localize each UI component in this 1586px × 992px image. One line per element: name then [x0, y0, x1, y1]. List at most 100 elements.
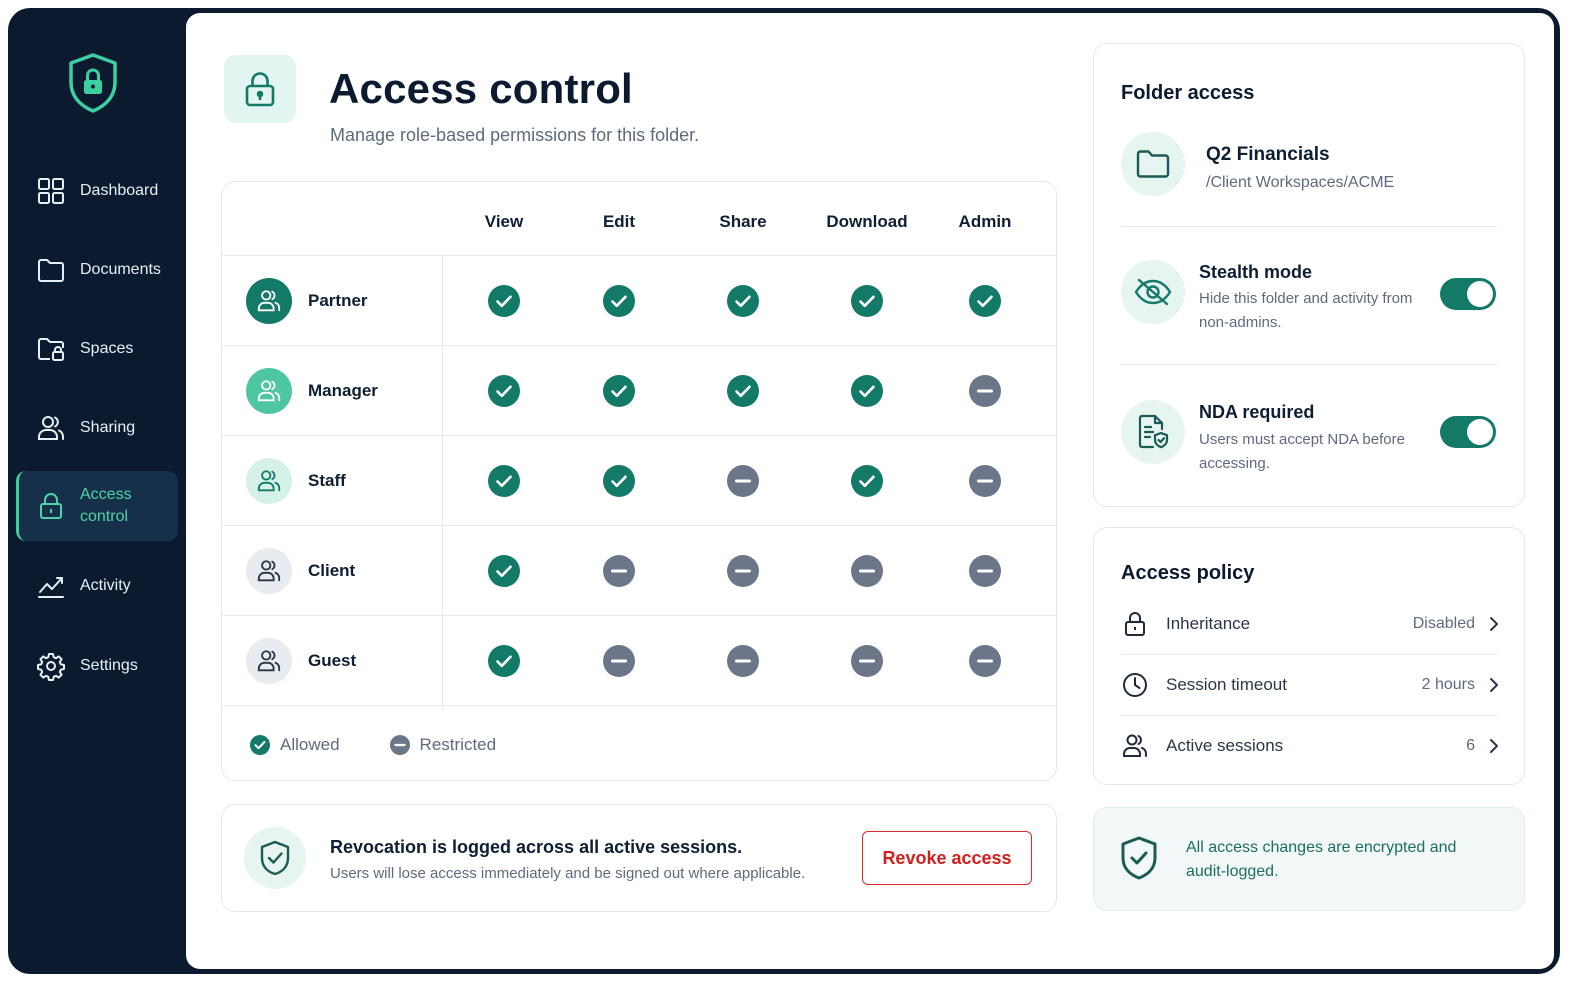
- chart-line-icon: [38, 577, 64, 598]
- shield-check-icon: [260, 840, 290, 876]
- grid-icon: [38, 178, 64, 204]
- users-icon: [257, 650, 281, 672]
- users-icon: [1123, 734, 1147, 757]
- table-row: Staff: [222, 436, 1056, 526]
- avatar: [246, 638, 292, 684]
- check-circle-icon[interactable]: [727, 375, 759, 407]
- avatar: [246, 548, 292, 594]
- document-shield-icon: [1138, 414, 1169, 449]
- sidebar-item-label: Activity: [80, 577, 131, 594]
- users-icon: [38, 416, 64, 440]
- nda-required-description: Users must accept NDA before accessing.: [1199, 431, 1405, 472]
- column-header-share: Share: [719, 212, 767, 231]
- folder-access-card: Folder access Q2 Financials /Client Work…: [1093, 43, 1525, 507]
- check-circle-icon[interactable]: [969, 285, 1001, 317]
- chevron-right-icon: [1490, 617, 1498, 631]
- sidebar-item-label: Settings: [80, 657, 138, 674]
- clock-icon: [1123, 673, 1147, 697]
- sidebar-item-settings[interactable]: Settings: [16, 631, 178, 701]
- check-circle-icon[interactable]: [488, 375, 520, 407]
- legend-allowed-label: Allowed: [280, 735, 340, 754]
- sidebar: Dashboard Documents Spaces Sharing Acces…: [8, 8, 186, 974]
- check-circle-icon[interactable]: [603, 465, 635, 497]
- minus-circle-icon: [389, 735, 410, 755]
- policy-label: Inheritance: [1166, 614, 1251, 633]
- revocation-banner: Revocation is logged across all active s…: [221, 804, 1057, 912]
- role-name: Guest: [308, 651, 357, 670]
- minus-circle-icon[interactable]: [969, 645, 1001, 677]
- minus-circle-icon[interactable]: [603, 645, 635, 677]
- sidebar-item-label: Sharing: [80, 419, 136, 436]
- minus-circle-icon[interactable]: [969, 375, 1001, 407]
- sidebar-item-access-control[interactable]: Access control: [16, 471, 178, 541]
- check-circle-icon[interactable]: [851, 285, 883, 317]
- check-circle-icon[interactable]: [488, 285, 520, 317]
- column-header-admin: Admin: [958, 212, 1012, 231]
- sidebar-item-sharing[interactable]: Sharing: [16, 393, 178, 463]
- stealth-mode-title: Stealth mode: [1199, 262, 1313, 282]
- revocation-subtitle: Users will lose access immediately and b…: [330, 865, 806, 882]
- shield-check-icon: [1121, 836, 1157, 880]
- nda-required-title: NDA required: [1199, 402, 1315, 422]
- minus-circle-icon[interactable]: [603, 555, 635, 587]
- stealth-mode-toggle[interactable]: [1440, 278, 1496, 310]
- minus-circle-icon[interactable]: [969, 555, 1001, 587]
- shield-check-badge: [244, 827, 306, 889]
- sidebar-item-activity[interactable]: Activity: [16, 551, 178, 621]
- folder-path: /Client Workspaces/ACME: [1206, 174, 1395, 191]
- stealth-mode-description: Hide this folder and activity from non-a…: [1199, 290, 1413, 331]
- revoke-access-button[interactable]: Revoke access: [862, 831, 1032, 885]
- table-row: Client: [222, 526, 1056, 616]
- toggle-knob: [1467, 281, 1493, 307]
- legend-restricted-label: Restricted: [419, 735, 497, 754]
- policy-row-inheritance[interactable]: Inheritance Disabled: [1121, 594, 1499, 654]
- policy-label: Session timeout: [1166, 675, 1287, 694]
- minus-circle-icon[interactable]: [851, 555, 883, 587]
- row-divider: [222, 705, 1056, 706]
- check-circle-icon[interactable]: [488, 465, 520, 497]
- legend-restricted: Restricted: [389, 735, 497, 755]
- policy-row-active-sessions[interactable]: Active sessions 6: [1121, 716, 1499, 776]
- sidebar-item-label: Documents: [80, 261, 161, 278]
- column-header-edit: Edit: [602, 212, 636, 231]
- check-circle-icon[interactable]: [727, 285, 759, 317]
- minus-circle-icon[interactable]: [969, 465, 1001, 497]
- sidebar-item-label: Spaces: [80, 340, 134, 357]
- sidebar-item-documents[interactable]: Documents: [16, 235, 178, 305]
- folder-icon: [1136, 150, 1170, 178]
- check-circle-icon[interactable]: [603, 375, 635, 407]
- minus-circle-icon[interactable]: [727, 555, 759, 587]
- lock-icon: [245, 72, 275, 107]
- check-circle-icon[interactable]: [603, 285, 635, 317]
- policy-value: 2 hours: [1421, 676, 1475, 693]
- encryption-note: All access changes are encrypted and aud…: [1186, 839, 1457, 880]
- folder-access-title: Folder access: [1121, 82, 1255, 104]
- lock-icon: [1125, 612, 1145, 636]
- chevron-right-icon: [1490, 739, 1498, 753]
- page-subtitle: Manage role-based permissions for this f…: [330, 125, 700, 145]
- minus-circle-icon[interactable]: [727, 645, 759, 677]
- minus-circle-icon[interactable]: [851, 645, 883, 677]
- divider: [1121, 364, 1497, 365]
- policy-row-session-timeout[interactable]: Session timeout 2 hours: [1121, 655, 1499, 715]
- sidebar-item-dashboard[interactable]: Dashboard: [16, 156, 178, 226]
- policy-value: Disabled: [1412, 615, 1475, 632]
- nda-required-toggle[interactable]: [1440, 416, 1496, 448]
- main-panel: Access control Manage role-based permiss…: [186, 13, 1554, 969]
- check-circle-icon: [250, 735, 270, 755]
- encryption-note-card: All access changes are encrypted and aud…: [1093, 807, 1525, 911]
- eye-off-icon: [1134, 278, 1172, 306]
- column-header-download: Download: [826, 212, 908, 231]
- app-window: Dashboard Documents Spaces Sharing Acces…: [8, 8, 1560, 974]
- check-circle-icon[interactable]: [488, 555, 520, 587]
- check-circle-icon[interactable]: [851, 465, 883, 497]
- nda-badge: [1121, 400, 1185, 464]
- folder-badge: [1121, 132, 1185, 196]
- check-circle-icon[interactable]: [488, 645, 520, 677]
- sidebar-item-spaces[interactable]: Spaces: [16, 314, 178, 384]
- minus-circle-icon[interactable]: [727, 465, 759, 497]
- check-circle-icon[interactable]: [851, 375, 883, 407]
- table-row: Partner: [222, 256, 1056, 346]
- folder-icon: [38, 259, 64, 282]
- role-name: Partner: [308, 291, 368, 310]
